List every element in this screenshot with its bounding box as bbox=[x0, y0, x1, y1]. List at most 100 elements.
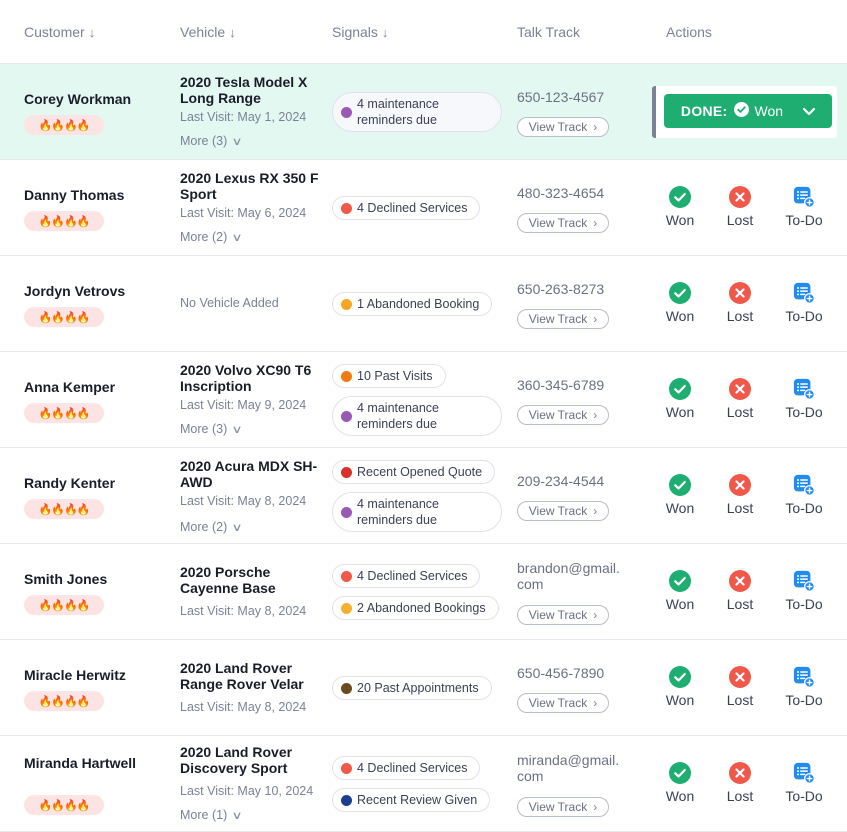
signal-badge[interactable]: Recent Review Given bbox=[332, 788, 491, 812]
add-task-icon bbox=[793, 282, 815, 304]
table-row[interactable]: Smith Jones 🔥🔥🔥🔥 2020 Porsche Cayenne Base… bbox=[0, 544, 847, 640]
view-track-button[interactable]: View Track › bbox=[517, 693, 609, 713]
signal-badge[interactable]: 4 maintenance reminders due bbox=[332, 396, 502, 436]
lost-action-button[interactable]: Lost bbox=[715, 282, 765, 324]
done-status-dropdown[interactable]: DONE: Won bbox=[664, 94, 832, 128]
lost-action-button[interactable]: Lost bbox=[715, 570, 765, 612]
signal-dot-icon bbox=[341, 370, 352, 382]
more-vehicles-toggle[interactable]: More (1) ∨ bbox=[180, 808, 243, 822]
more-vehicles-toggle[interactable]: More (3) ∨ bbox=[180, 134, 243, 148]
customer-name[interactable]: Smith Jones bbox=[24, 571, 144, 587]
vehicle-name: 2020 Tesla Model X Long Range bbox=[180, 74, 308, 106]
view-track-button[interactable]: View Track › bbox=[517, 605, 609, 625]
signal-badge[interactable]: 1 Abandoned Booking bbox=[332, 292, 493, 316]
won-label: Won bbox=[665, 692, 695, 708]
flame-rating-icon: 🔥🔥🔥🔥 bbox=[24, 307, 104, 327]
signal-dot-icon bbox=[341, 682, 352, 694]
check-circle-icon bbox=[733, 102, 749, 120]
todo-action-button[interactable]: To-Do bbox=[779, 474, 829, 516]
column-header-signals[interactable]: Signals ↓ bbox=[332, 24, 388, 40]
lost-action-button[interactable]: Lost bbox=[715, 378, 765, 420]
todo-action-button[interactable]: To-Do bbox=[779, 666, 829, 708]
signal-badge[interactable]: 10 Past Visits bbox=[332, 364, 446, 388]
check-circle-icon bbox=[669, 282, 691, 304]
lost-action-button[interactable]: Lost bbox=[715, 666, 765, 708]
column-header-customer[interactable]: Customer ↓ bbox=[24, 24, 95, 40]
view-track-button[interactable]: View Track › bbox=[517, 213, 609, 233]
contact-info[interactable]: 480-323-4654 bbox=[517, 185, 625, 201]
won-action-button[interactable]: Won bbox=[655, 474, 705, 516]
view-track-label: View Track bbox=[528, 216, 588, 230]
won-action-button[interactable]: Won bbox=[655, 762, 705, 804]
chevron-down-icon: ∨ bbox=[231, 809, 243, 822]
signal-badge[interactable]: 4 Declined Services bbox=[332, 564, 481, 588]
lost-action-button[interactable]: Lost bbox=[715, 186, 765, 228]
view-track-button[interactable]: View Track › bbox=[517, 405, 609, 425]
signal-badge[interactable]: 20 Past Appointments bbox=[332, 676, 492, 700]
column-header-customer-label: Customer bbox=[24, 24, 85, 40]
todo-action-button[interactable]: To-Do bbox=[779, 570, 829, 612]
won-label: Won bbox=[665, 500, 695, 516]
more-vehicles-toggle[interactable]: More (2) ∨ bbox=[180, 520, 243, 534]
signal-badge[interactable]: 4 Declined Services bbox=[332, 196, 481, 220]
view-track-button[interactable]: View Track › bbox=[517, 501, 609, 521]
signal-badge[interactable]: 2 Abandoned Bookings bbox=[332, 596, 499, 620]
lost-action-button[interactable]: Lost bbox=[715, 474, 765, 516]
chevron-down-icon: ∨ bbox=[231, 521, 243, 534]
customer-name[interactable]: Jordyn Vetrovs bbox=[24, 283, 144, 299]
table-row[interactable]: Anna Kemper 🔥🔥🔥🔥 2020 Volvo XC90 T6 Inscri… bbox=[0, 352, 847, 448]
customer-name[interactable]: Miracle Herwitz bbox=[24, 667, 144, 683]
signal-dot-icon bbox=[341, 506, 352, 518]
last-visit: Last Visit: May 8, 2024 bbox=[180, 700, 307, 714]
customer-name[interactable]: Corey Workman bbox=[24, 91, 144, 107]
vehicle-name: 2020 Volvo XC90 T6 Inscription bbox=[180, 362, 312, 394]
todo-action-button[interactable]: To-Do bbox=[779, 378, 829, 420]
signal-text: 10 Past Visits bbox=[357, 369, 433, 383]
view-track-button[interactable]: View Track › bbox=[517, 117, 609, 137]
lost-label: Lost bbox=[726, 212, 754, 228]
contact-info[interactable]: 209-234-4544 bbox=[517, 473, 625, 489]
contact-info[interactable]: 650-123-4567 bbox=[517, 89, 625, 105]
contact-info[interactable]: 360-345-6789 bbox=[517, 377, 625, 393]
customer-name[interactable]: Danny Thomas bbox=[24, 187, 144, 203]
signal-badge[interactable]: 4 maintenance reminders due bbox=[332, 492, 502, 532]
more-label: More (2) bbox=[180, 520, 228, 534]
signal-text: 4 maintenance reminders due bbox=[357, 497, 440, 527]
table-row[interactable]: Danny Thomas 🔥🔥🔥🔥 2020 Lexus RX 350 F Spor… bbox=[0, 160, 847, 256]
table-row[interactable]: Randy Kenter 🔥🔥🔥🔥 2020 Acura MDX SH-AWD Las… bbox=[0, 448, 847, 544]
lost-action-button[interactable]: Lost bbox=[715, 762, 765, 804]
sort-down-icon: ↓ bbox=[88, 24, 96, 40]
table-row[interactable]: Jordyn Vetrovs 🔥🔥🔥🔥 No Vehicle Added 1 Aban… bbox=[0, 256, 847, 352]
column-header-vehicle[interactable]: Vehicle ↓ bbox=[180, 24, 236, 40]
todo-action-button[interactable]: To-Do bbox=[779, 282, 829, 324]
customer-name[interactable]: Anna Kemper bbox=[24, 379, 144, 395]
more-label: More (1) bbox=[180, 808, 228, 822]
check-circle-icon bbox=[669, 570, 691, 592]
won-action-button[interactable]: Won bbox=[655, 282, 705, 324]
more-vehicles-toggle[interactable]: More (3) ∨ bbox=[180, 422, 243, 436]
customer-name[interactable]: Randy Kenter bbox=[24, 475, 144, 491]
won-action-button[interactable]: Won bbox=[655, 378, 705, 420]
won-action-button[interactable]: Won bbox=[655, 186, 705, 228]
table-row[interactable]: Corey Workman 🔥🔥🔥🔥 2020 Tesla Model X Long… bbox=[0, 64, 847, 160]
signal-badge[interactable]: 4 Declined Services bbox=[332, 756, 481, 780]
lost-label: Lost bbox=[726, 308, 754, 324]
contact-info[interactable]: brandon@gmail.com bbox=[517, 560, 620, 592]
signal-text: 4 maintenance reminders due bbox=[357, 401, 440, 431]
more-vehicles-toggle[interactable]: More (2) ∨ bbox=[180, 230, 243, 244]
contact-info[interactable]: 650-456-7890 bbox=[517, 665, 625, 681]
view-track-button[interactable]: View Track › bbox=[517, 309, 609, 329]
todo-action-button[interactable]: To-Do bbox=[779, 186, 829, 228]
contact-info[interactable]: 650-263-8273 bbox=[517, 281, 625, 297]
signal-badge[interactable]: Recent Opened Quote bbox=[332, 460, 496, 484]
customer-name[interactable]: Miranda Hartwell bbox=[24, 755, 144, 771]
won-action-button[interactable]: Won bbox=[655, 666, 705, 708]
view-track-button[interactable]: View Track › bbox=[517, 797, 609, 817]
table-row[interactable]: Miracle Herwitz 🔥🔥🔥🔥 2020 Land Rover Range… bbox=[0, 640, 847, 736]
signal-badge[interactable]: 4 maintenance reminders due bbox=[332, 92, 502, 132]
todo-action-button[interactable]: To-Do bbox=[779, 762, 829, 804]
table-row[interactable]: Miranda Hartwell 🔥🔥🔥🔥 2020 Land Rover Disc… bbox=[0, 736, 847, 832]
won-action-button[interactable]: Won bbox=[655, 570, 705, 612]
contact-info[interactable]: miranda@gmail.com bbox=[517, 752, 620, 784]
x-circle-icon bbox=[729, 474, 751, 496]
